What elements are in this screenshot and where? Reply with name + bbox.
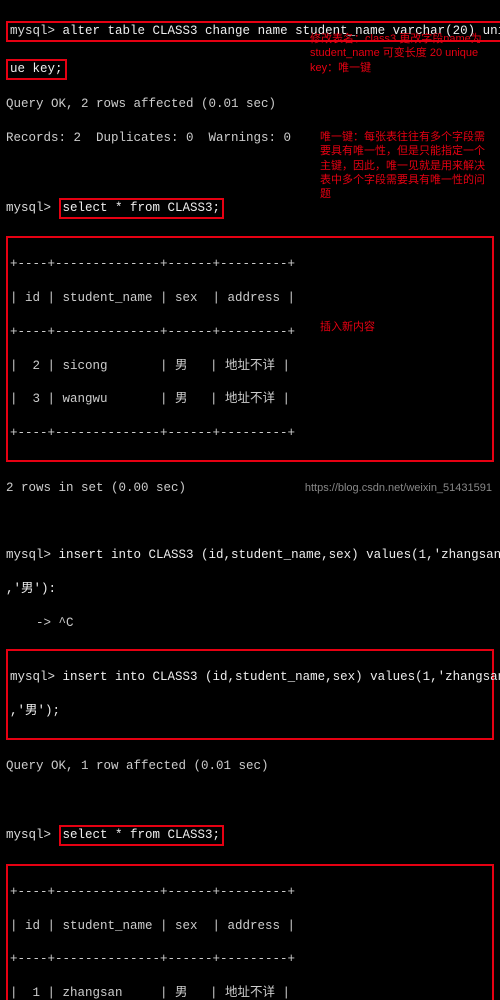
table-sep: +----+--------------+------+---------+	[10, 324, 490, 341]
cmd-box-1b: ue key;	[6, 59, 67, 80]
prompt[interactable]: mysql>	[6, 828, 51, 842]
sql-select-1[interactable]: select * from CLASS3;	[63, 201, 221, 215]
table-row: | 2 | sicong | 男 | 地址不详 |	[10, 358, 490, 375]
query-result: Query OK, 1 row affected (0.01 sec)	[6, 758, 494, 775]
cmd-box-2: select * from CLASS3;	[59, 198, 225, 219]
table-head: | id | student_name | sex | address |	[10, 918, 490, 935]
table-box-2: +----+--------------+------+---------+ |…	[6, 864, 494, 1000]
cmd-box-3: mysql> insert into CLASS3 (id,student_na…	[6, 649, 494, 739]
table-box-1: +----+--------------+------+---------+ |…	[6, 236, 494, 461]
prompt[interactable]: mysql>	[10, 24, 55, 38]
sql-alter-cont: ue key;	[10, 62, 63, 76]
sql-insert-err[interactable]: insert into CLASS3 (id,student_name,sex)…	[59, 548, 500, 562]
annotation-alter: 修改表名：class3 更改字段name为student_name 可变长度 2…	[310, 32, 485, 75]
prompt[interactable]: mysql>	[6, 201, 51, 215]
table-sep: +----+--------------+------+---------+	[10, 425, 490, 442]
table-sep: +----+--------------+------+---------+	[10, 256, 490, 273]
prompt[interactable]: mysql>	[10, 670, 55, 684]
table-row: | 3 | wangwu | 男 | 地址不详 |	[10, 391, 490, 408]
cmd-box-4: select * from CLASS3;	[59, 825, 225, 846]
table-sep: +----+--------------+------+---------+	[10, 951, 490, 968]
table-sep: +----+--------------+------+---------+	[10, 884, 490, 901]
annotation-insert: 插入新内容	[320, 320, 375, 334]
prompt[interactable]: mysql>	[6, 548, 51, 562]
sql-insert-cont: ,'男');	[10, 703, 490, 720]
sql-select-2[interactable]: select * from CLASS3;	[63, 828, 221, 842]
table-row: | 1 | zhangsan | 男 | 地址不详 |	[10, 985, 490, 1000]
watermark: https://blog.csdn.net/weixin_51431591	[305, 481, 492, 496]
sql-insert-err-cont: ,'男'):	[6, 581, 494, 598]
abort-ctrl-c: -> ^C	[6, 615, 494, 632]
annotation-unique: 唯一键：每张表往往有多个字段需要具有唯一性，但是只能指定一个主键，因此，唯一见就…	[320, 130, 495, 201]
table-head: | id | student_name | sex | address |	[10, 290, 490, 307]
sql-insert[interactable]: insert into CLASS3 (id,student_name,sex)…	[63, 670, 500, 684]
query-result: Query OK, 2 rows affected (0.01 sec)	[6, 96, 494, 113]
